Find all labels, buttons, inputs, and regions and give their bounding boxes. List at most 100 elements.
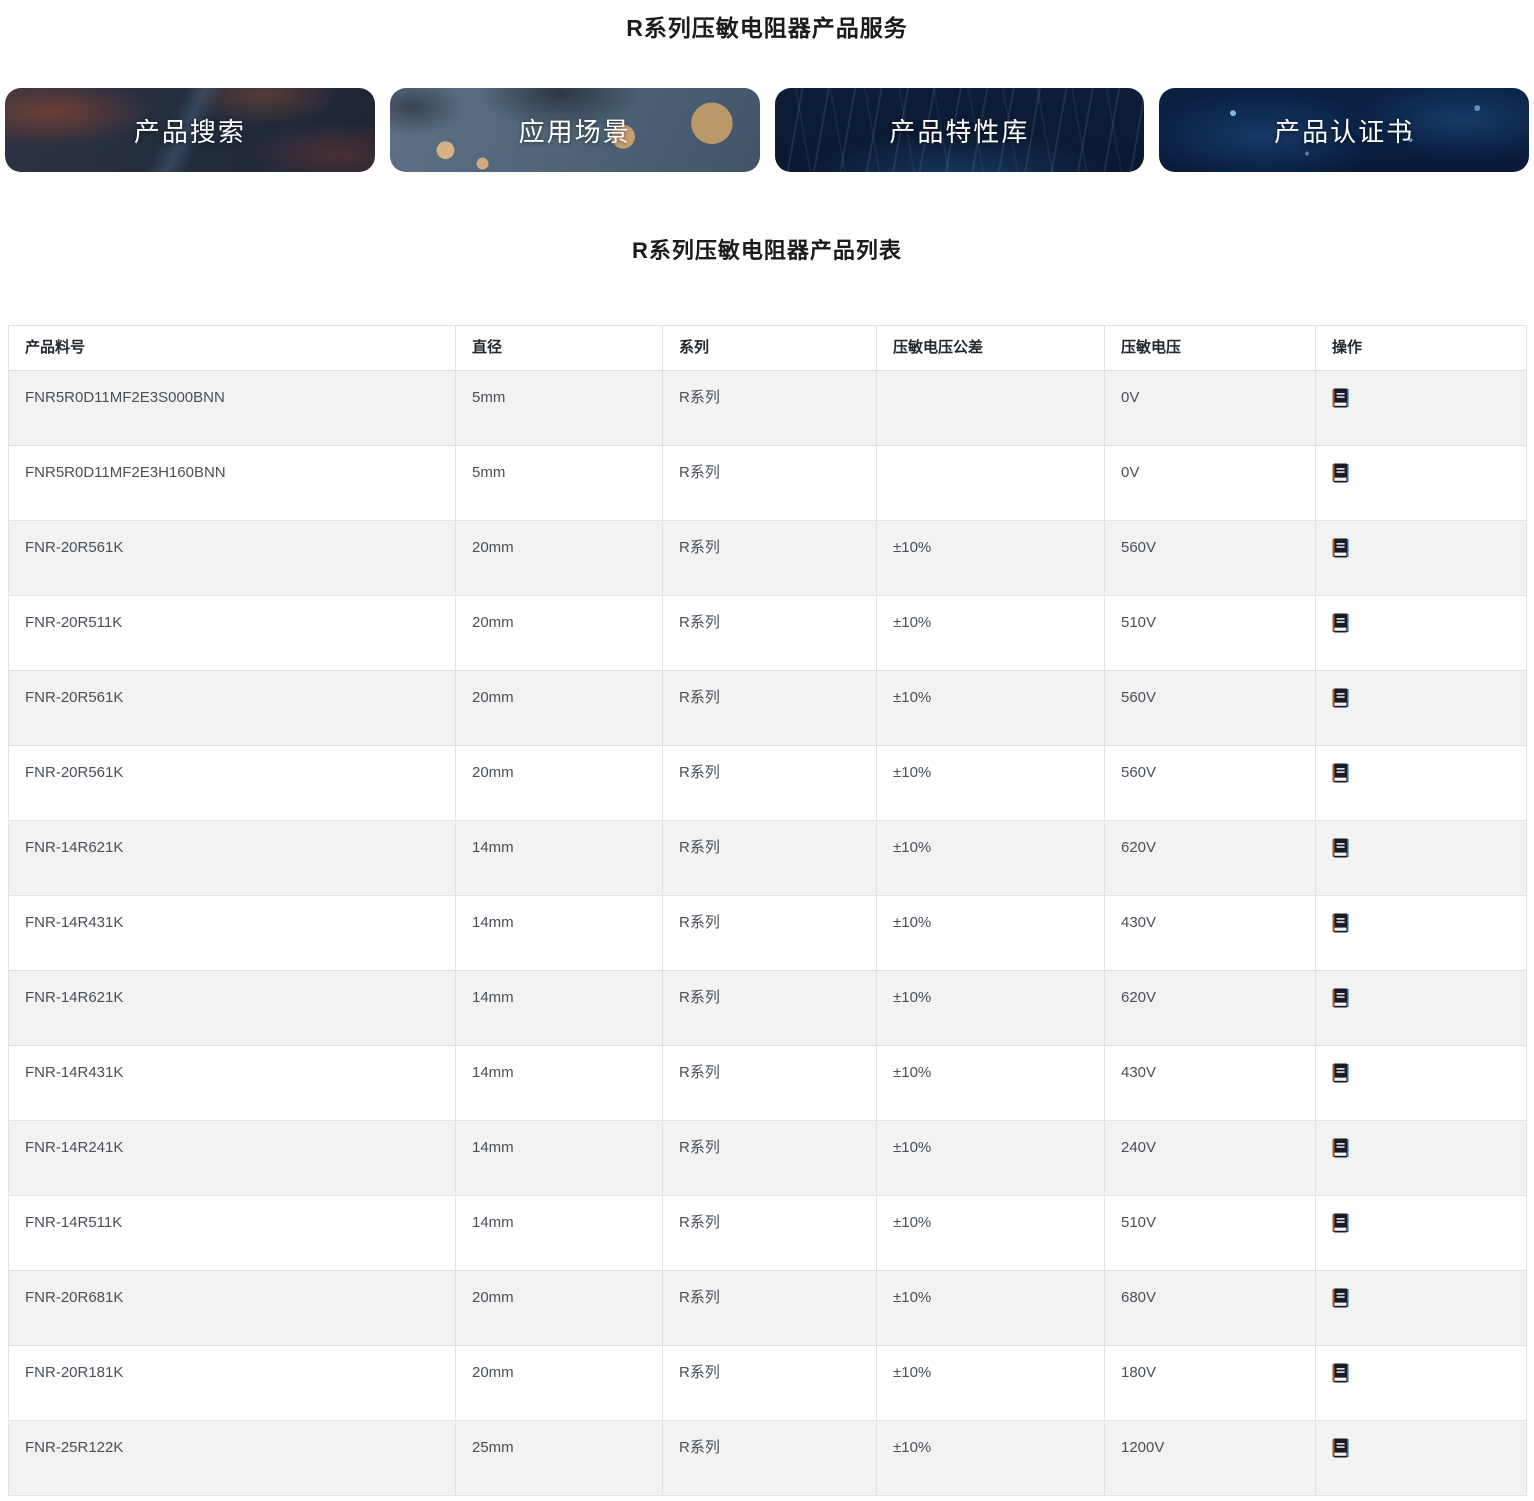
cell-voltage: 620V [1105,971,1316,1046]
view-detail-button[interactable] [1332,1063,1349,1083]
cell-diameter: 25mm [456,1421,663,1496]
column-header-voltage: 压敏电压 [1105,326,1316,371]
cell-diameter: 14mm [456,896,663,971]
cell-tolerance: ±10% [877,1046,1105,1121]
cell-series: R系列 [663,896,877,971]
table-row: FNR5R0D11MF2E3S000BNN 5mm R系列 0V [9,371,1527,446]
banner-product-search[interactable]: 产品搜索 [5,88,375,172]
cell-series: R系列 [663,1346,877,1421]
view-detail-button[interactable] [1332,988,1349,1008]
column-header-diameter: 直径 [456,326,663,371]
table-row: FNR-20R181K 20mm R系列 ±10% 180V [9,1346,1527,1421]
cell-series: R系列 [663,1196,877,1271]
cell-diameter: 14mm [456,821,663,896]
view-detail-button[interactable] [1332,838,1349,858]
column-header-actions: 操作 [1316,326,1527,371]
view-detail-button[interactable] [1332,463,1349,483]
cell-actions [1316,521,1527,596]
cell-tolerance: ±10% [877,596,1105,671]
cell-diameter: 20mm [456,596,663,671]
book-icon [1332,838,1349,858]
view-detail-button[interactable] [1332,913,1349,933]
cell-part-number: FNR-20R561K [9,671,456,746]
view-detail-button[interactable] [1332,1138,1349,1158]
cell-actions [1316,1121,1527,1196]
cell-diameter: 20mm [456,1346,663,1421]
cell-voltage: 510V [1105,596,1316,671]
column-header-tolerance: 压敏电压公差 [877,326,1105,371]
cell-tolerance [877,371,1105,446]
view-detail-button[interactable] [1332,613,1349,633]
cell-tolerance: ±10% [877,821,1105,896]
cell-part-number: FNR-14R431K [9,1046,456,1121]
cell-voltage: 430V [1105,896,1316,971]
cell-actions [1316,371,1527,446]
table-row: FNR-20R681K 20mm R系列 ±10% 680V [9,1271,1527,1346]
cell-actions [1316,746,1527,821]
cell-series: R系列 [663,446,877,521]
table-row: FNR-20R561K 20mm R系列 ±10% 560V [9,521,1527,596]
table-row: FNR-25R122K 25mm R系列 ±10% 1200V [9,1421,1527,1496]
cell-tolerance: ±10% [877,1346,1105,1421]
book-icon [1332,988,1349,1008]
view-detail-button[interactable] [1332,688,1349,708]
cell-series: R系列 [663,1271,877,1346]
cell-actions [1316,1346,1527,1421]
book-icon [1332,913,1349,933]
book-icon [1332,1138,1349,1158]
view-detail-button[interactable] [1332,388,1349,408]
cell-series: R系列 [663,596,877,671]
cell-tolerance [877,446,1105,521]
view-detail-button[interactable] [1332,1363,1349,1383]
banner-characteristics-library-label: 产品特性库 [889,112,1029,149]
cell-part-number: FNR-20R561K [9,521,456,596]
banner-certificates[interactable]: 产品认证书 [1159,88,1529,172]
view-detail-button[interactable] [1332,1438,1349,1458]
cell-tolerance: ±10% [877,896,1105,971]
book-icon [1332,538,1349,558]
table-row: FNR-14R431K 14mm R系列 ±10% 430V [9,896,1527,971]
cell-part-number: FNR-14R621K [9,821,456,896]
banner-characteristics-library[interactable]: 产品特性库 [775,88,1145,172]
cell-voltage: 560V [1105,521,1316,596]
page-title: R系列压敏电阻器产品服务 [0,14,1534,42]
book-icon [1332,1063,1349,1083]
cell-voltage: 0V [1105,446,1316,521]
book-icon [1332,1288,1349,1308]
cell-tolerance: ±10% [877,1271,1105,1346]
view-detail-button[interactable] [1332,538,1349,558]
table-row: FNR-14R431K 14mm R系列 ±10% 430V [9,1046,1527,1121]
cell-actions [1316,896,1527,971]
cell-diameter: 20mm [456,1271,663,1346]
cell-diameter: 14mm [456,971,663,1046]
cell-diameter: 20mm [456,746,663,821]
product-table-body: FNR5R0D11MF2E3S000BNN 5mm R系列 0V FNR5R0D… [9,371,1527,1496]
cell-part-number: FNR-20R181K [9,1346,456,1421]
cell-voltage: 620V [1105,821,1316,896]
cell-part-number: FNR-20R681K [9,1271,456,1346]
cell-series: R系列 [663,971,877,1046]
banner-application-scenarios[interactable]: 应用场景 [390,88,760,172]
cell-actions [1316,1421,1527,1496]
cell-series: R系列 [663,371,877,446]
cell-actions [1316,1196,1527,1271]
cell-series: R系列 [663,1046,877,1121]
view-detail-button[interactable] [1332,1288,1349,1308]
table-row: FNR-20R511K 20mm R系列 ±10% 510V [9,596,1527,671]
banner-application-scenarios-label: 应用场景 [519,112,631,149]
view-detail-button[interactable] [1332,763,1349,783]
view-detail-button[interactable] [1332,1213,1349,1233]
cell-tolerance: ±10% [877,1421,1105,1496]
cell-voltage: 180V [1105,1346,1316,1421]
cell-actions [1316,446,1527,521]
cell-diameter: 5mm [456,371,663,446]
book-icon [1332,1213,1349,1233]
cell-voltage: 0V [1105,371,1316,446]
cell-tolerance: ±10% [877,671,1105,746]
cell-diameter: 20mm [456,671,663,746]
table-row: FNR5R0D11MF2E3H160BNN 5mm R系列 0V [9,446,1527,521]
banner-row: 产品搜索 应用场景 产品特性库 产品认证书 [5,88,1529,172]
table-row: FNR-20R561K 20mm R系列 ±10% 560V [9,746,1527,821]
cell-part-number: FNR-25R122K [9,1421,456,1496]
table-row: FNR-14R511K 14mm R系列 ±10% 510V [9,1196,1527,1271]
